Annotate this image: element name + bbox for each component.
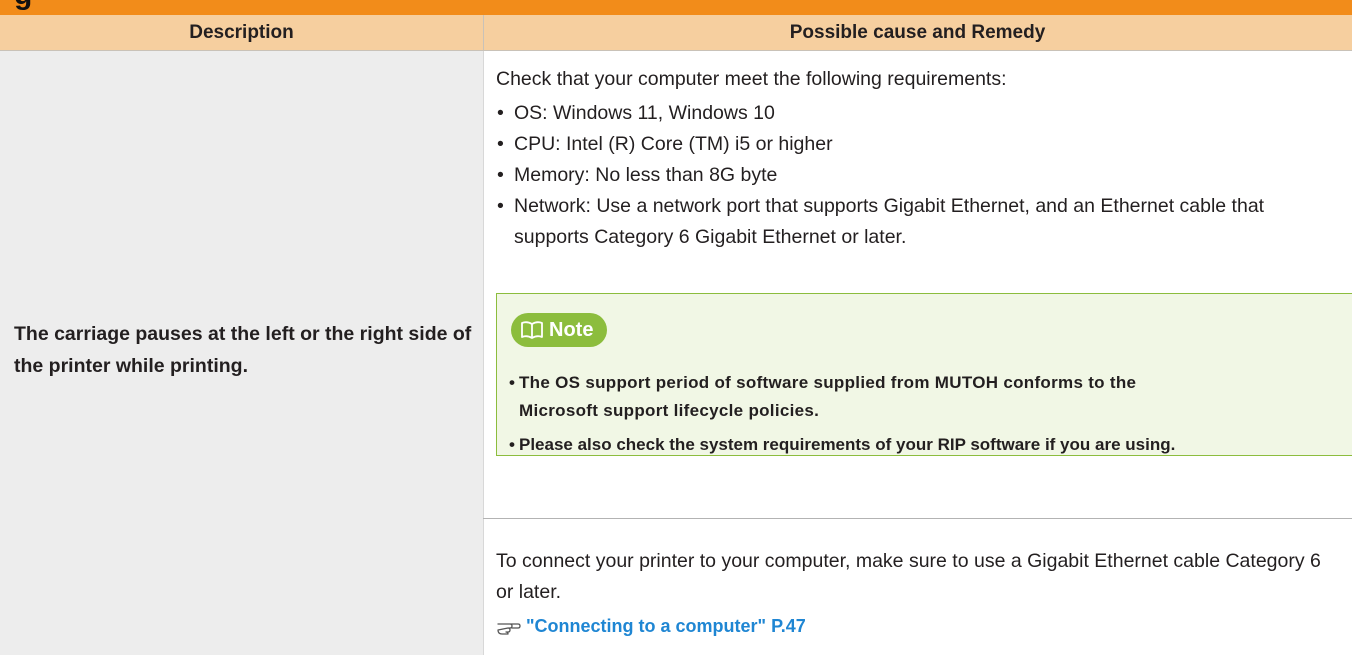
connect-instruction: To connect your printer to your computer… <box>496 550 1321 603</box>
requirements-list: • OS: Windows 11, Windows 10 • CPU: Intel … <box>496 98 1336 253</box>
requirement-memory: Memory: No less than 8G byte <box>514 164 778 186</box>
requirements-intro: Check that your computer meet the follow… <box>496 68 1007 90</box>
bullet: • <box>497 102 504 124</box>
reference-link-row[interactable]: "Connecting to a computer" P.47 <box>496 612 806 640</box>
requirement-network: Network: Use a network port that support… <box>514 195 1265 248</box>
note-item-rip: • Please also check the system requiremen… <box>509 431 1349 459</box>
table-header: Description Possible cause and Remedy <box>0 15 1352 51</box>
bullet: • <box>509 373 516 392</box>
bullet: • <box>497 133 504 155</box>
note-badge: Note <box>511 313 608 347</box>
description-cell: The carriage pauses at the left or the r… <box>0 51 483 655</box>
pointing-hand-icon <box>497 623 521 635</box>
connecting-computer-link[interactable]: "Connecting to a computer" P.47 <box>526 616 806 637</box>
list-item: • Memory: No less than 8G byte <box>496 160 1336 191</box>
requirement-cpu: CPU: Intel (R) Core (TM) i5 or higher <box>514 133 833 155</box>
row-divider <box>483 518 1352 519</box>
problem-description: The carriage pauses at the left or the r… <box>14 323 472 377</box>
header-description: Description <box>189 22 294 43</box>
section-title-fragment: g <box>14 0 32 10</box>
list-item: • Network: Use a network port that suppor… <box>496 191 1336 253</box>
note-text-line: Microsoft support lifecycle policies. <box>519 401 820 420</box>
section-title-band: g <box>0 0 1352 15</box>
book-icon <box>521 321 543 339</box>
note-item-os-support: • The OS support period of software suppl… <box>509 369 1349 425</box>
bullet: • <box>497 164 504 186</box>
requirement-os: OS: Windows 11, Windows 10 <box>514 102 775 124</box>
note-text-line: Please also check the system requirement… <box>519 435 1176 454</box>
note-text-line: The OS support period of software suppli… <box>519 373 1137 392</box>
note-title: Note <box>549 318 594 341</box>
list-item: • CPU: Intel (R) Core (TM) i5 or higher <box>496 129 1336 160</box>
column-divider <box>483 51 484 655</box>
bullet: • <box>497 195 504 217</box>
bullet: • <box>509 435 515 454</box>
note-box: Note • The OS support period of software … <box>496 293 1352 456</box>
list-item: • OS: Windows 11, Windows 10 <box>496 98 1336 129</box>
header-cause-remedy: Possible cause and Remedy <box>789 22 1046 43</box>
